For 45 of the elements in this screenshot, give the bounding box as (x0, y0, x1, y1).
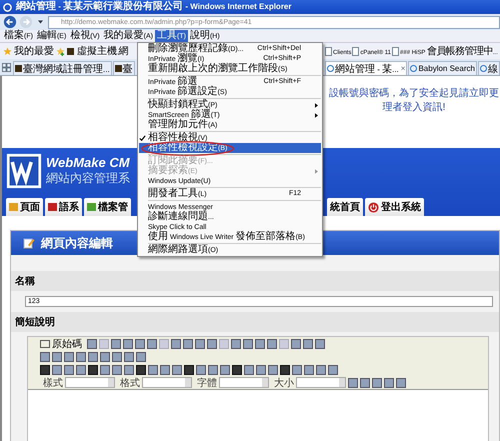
warning-message: 理者登入資訊! (382, 100, 446, 114)
dropdown-field[interactable] (142, 377, 192, 388)
edit-icon (23, 237, 35, 249)
browser-tab[interactable]: 臺 (112, 61, 135, 75)
window-title: 網站管理 - 某某示範行業股份有限公司 - Windows Internet Explorer (16, 1, 292, 13)
field-label: 簡短說明 (11, 312, 499, 332)
power-icon (368, 202, 379, 212)
tab-icon (87, 203, 96, 211)
dropdown-label: 大小 (274, 376, 294, 390)
nav-tab[interactable]: 登出系統 (365, 198, 424, 216)
logo-subtitle: 網站內容管理系 (46, 170, 130, 187)
close-tab-button[interactable]: × (400, 64, 406, 73)
nav-tab[interactable]: 語系 (45, 198, 82, 216)
dropdown-field[interactable] (65, 377, 115, 388)
panel-title: 網頁內容編輯 (41, 234, 113, 252)
page-icon (392, 46, 400, 56)
warning-message: 設帳號與密碼，為了安全起見請立即更 (329, 86, 499, 100)
tab-icon (9, 203, 18, 211)
star-icon (3, 46, 12, 56)
dropdown-label: 樣式 (43, 376, 63, 390)
site-icon (67, 48, 74, 54)
page-icon (325, 46, 332, 56)
browser-icon (3, 2, 12, 12)
logo-icon (6, 153, 42, 189)
favorites-button[interactable]: 我的最愛 (14, 44, 54, 58)
tab-list-icon[interactable] (2, 62, 11, 72)
back-icon[interactable] (3, 15, 17, 29)
logo-title: WebMake CM (46, 155, 130, 170)
dropdown-field[interactable] (296, 377, 346, 388)
add-favorite-icon[interactable] (56, 46, 65, 56)
browser-tab[interactable]: Babylon Search (408, 61, 477, 75)
nav-tab[interactable]: 檔案管 (84, 198, 131, 216)
page-icon (352, 46, 360, 56)
field-label: 名稱 (11, 271, 499, 291)
dropdown-label: 格式 (120, 376, 140, 390)
nav-tab[interactable]: 頁面 (6, 198, 43, 216)
dropdown-caret-icon[interactable] (38, 20, 43, 24)
source-button[interactable]: 原始碼 (40, 336, 85, 350)
tab-icon (48, 203, 57, 211)
dropdown-field[interactable] (219, 377, 269, 388)
nav-tab[interactable]: 統首頁 (327, 198, 363, 216)
browser-tab[interactable]: 臺灣網域註冊管理... (13, 61, 112, 75)
browser-tab[interactable]: 線 (478, 61, 500, 75)
browser-tab[interactable]: 網站管理 - 某... × (325, 61, 408, 75)
dropdown-label: 字體 (197, 376, 217, 390)
